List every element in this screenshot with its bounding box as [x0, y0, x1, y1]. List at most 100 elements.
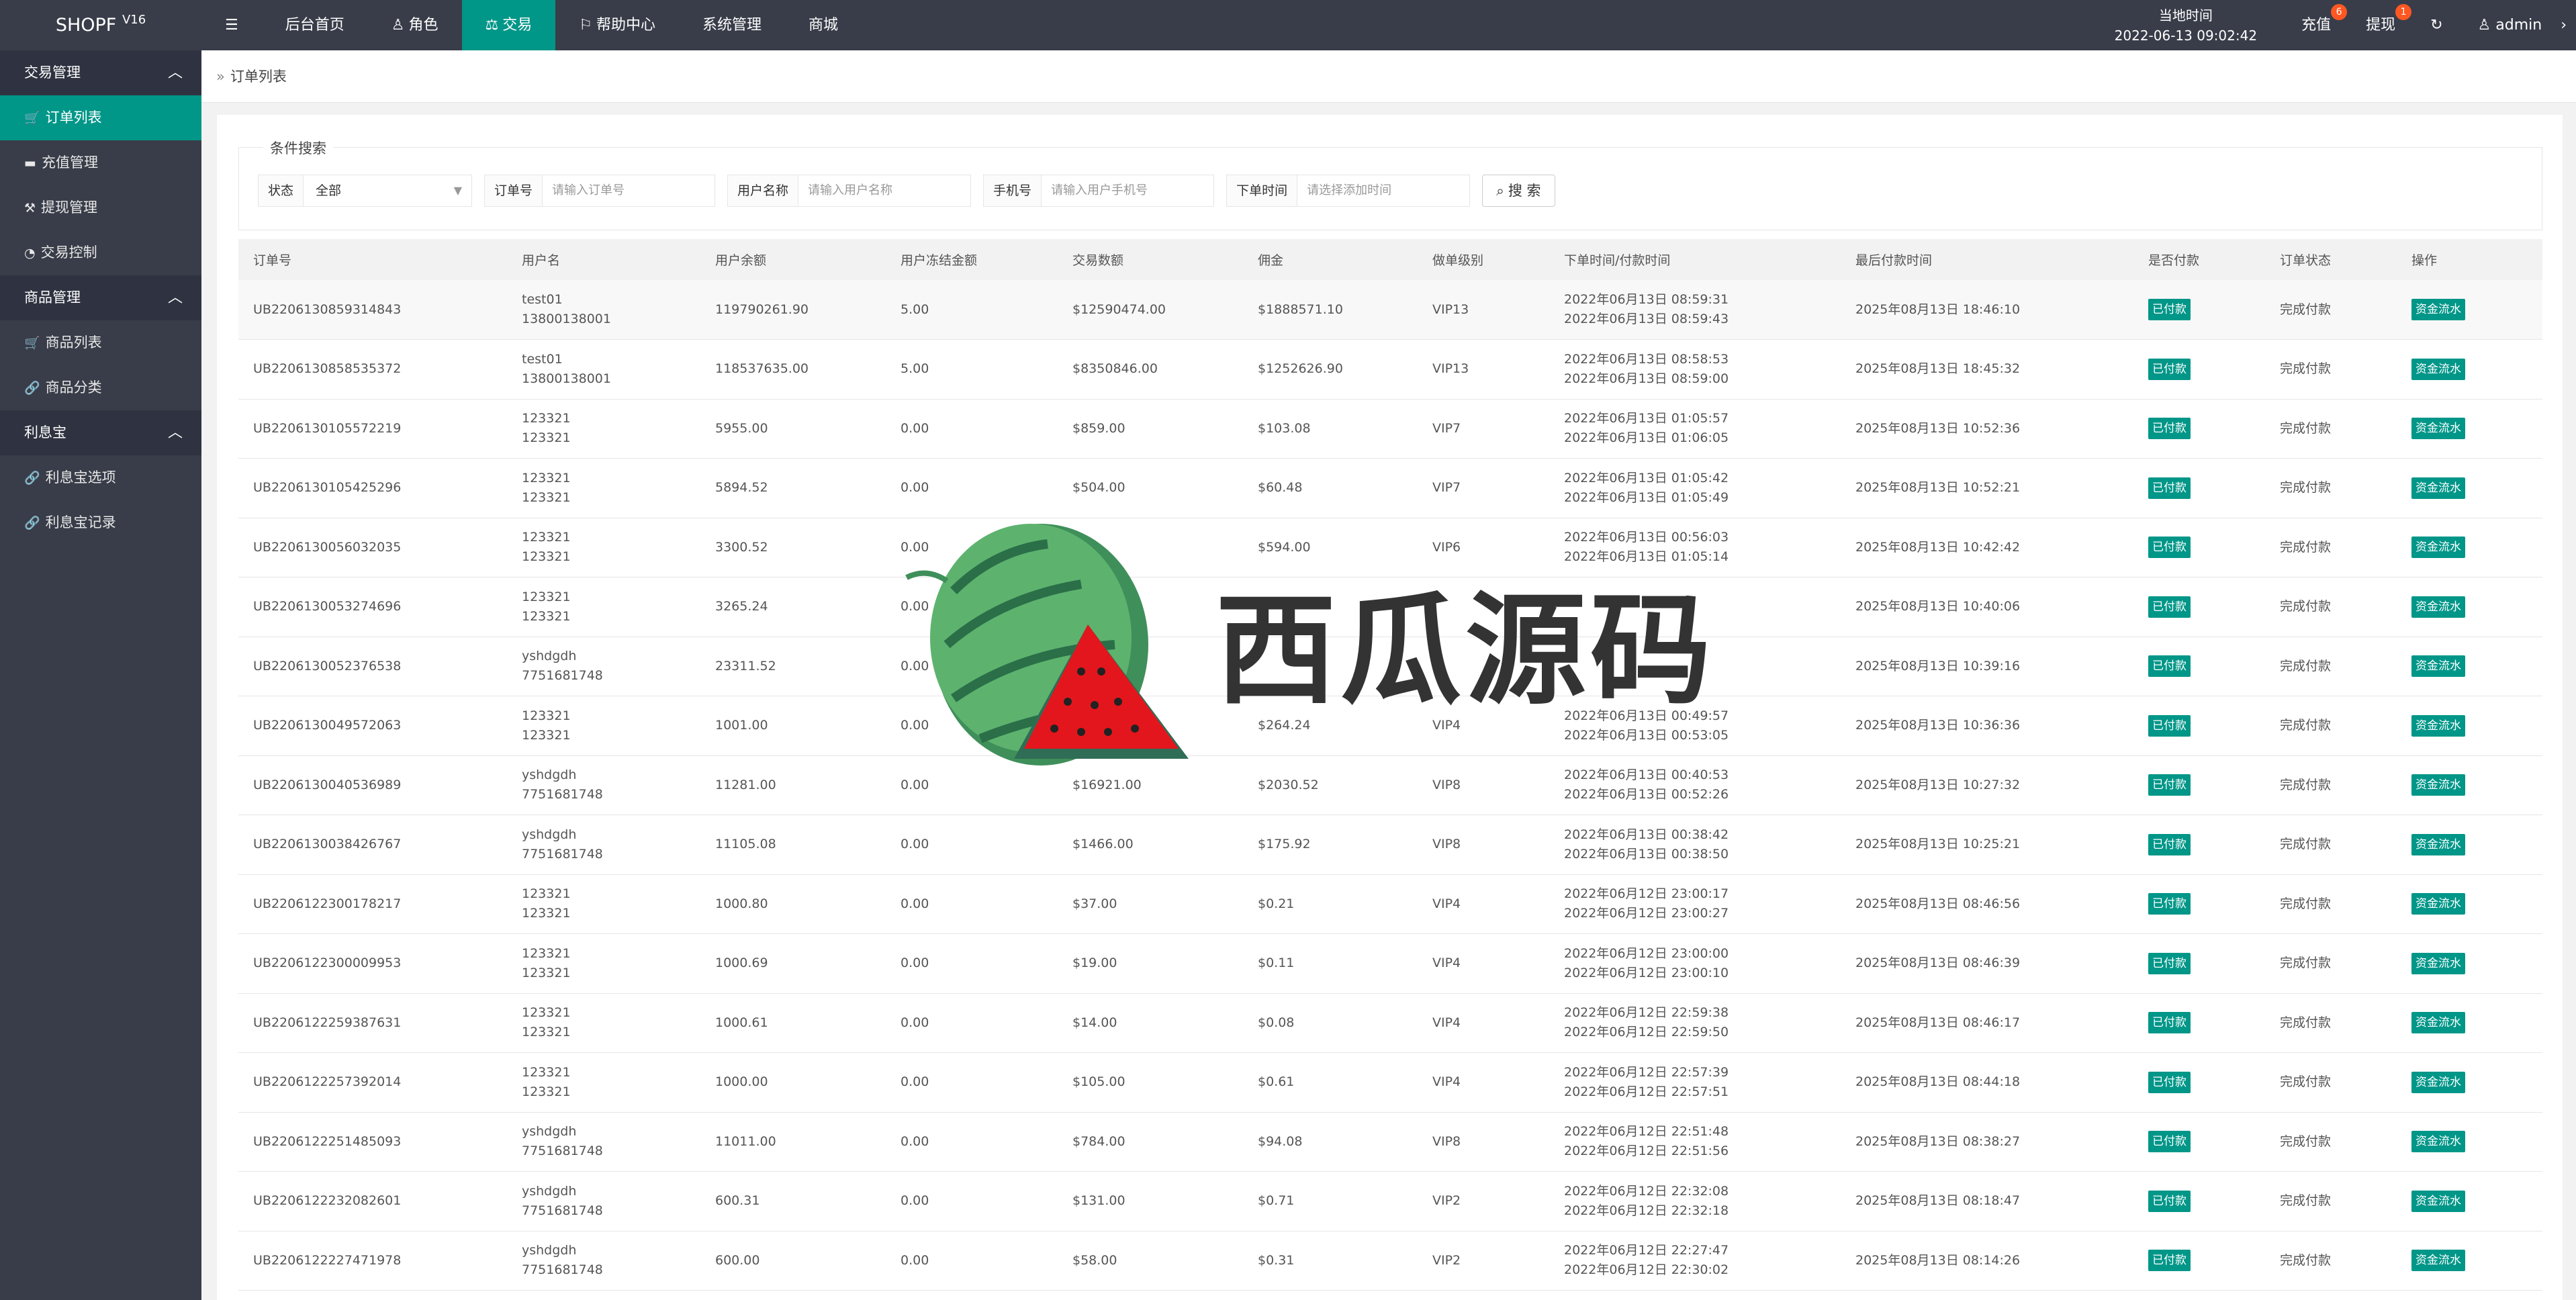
time-input[interactable]: 请选择添加时间 [1297, 175, 1470, 206]
table-cell: 123321 123321 [507, 458, 700, 518]
table-cell: 3265.24 [700, 577, 886, 637]
sidebar-item-label: 利息宝选项 [45, 469, 116, 485]
sidebar-item-trade-control[interactable]: ◔ 交易控制 [0, 230, 201, 275]
fund-flow-button[interactable]: 资金流水 [2411, 714, 2465, 737]
fund-flow-button[interactable]: 资金流水 [2411, 893, 2465, 915]
fund-flow-button[interactable]: 资金流水 [2411, 1071, 2465, 1093]
table-cell: yshdgdh 7751681748 [507, 637, 700, 696]
order-status: 完成付款 [2280, 718, 2332, 733]
phone-input[interactable]: 请输入用户手机号 [1042, 175, 1214, 206]
trade-amount: $504.00 [1072, 480, 1125, 496]
topnav-item-home[interactable]: 后台首页 [262, 0, 368, 50]
status-select[interactable]: 全部 ▼ [304, 175, 472, 206]
order-input[interactable]: 请输入订单号 [543, 175, 715, 206]
table-cell: 5955.00 [700, 399, 886, 459]
sidebar-item-interest-options[interactable]: 🔗 利息宝选项 [0, 455, 201, 500]
topnav-item-role[interactable]: ♙ 角色 [368, 0, 462, 50]
fund-flow-button[interactable]: 资金流水 [2411, 299, 2465, 320]
sidebar-item-order-list[interactable]: 🛒 订单列表 [0, 95, 201, 140]
col-header: 用户冻结金额 [886, 239, 1058, 280]
withdraw-button[interactable]: 提现 1 [2348, 0, 2413, 50]
vip-level: VIP7 [1432, 480, 1461, 496]
fund-flow-button[interactable]: 资金流水 [2411, 655, 2465, 678]
fund-flow-button[interactable]: 资金流水 [2411, 1250, 2465, 1272]
fund-flow-button[interactable]: 资金流水 [2411, 1012, 2465, 1034]
fund-flow-button[interactable]: 资金流水 [2411, 1131, 2465, 1153]
user-menu[interactable]: ♙ admin [2460, 0, 2552, 50]
table-cell: 2025年08月13日 10:40:06 [1841, 577, 2133, 637]
fund-flow-button[interactable]: 资金流水 [2411, 833, 2465, 855]
fund-flow-button[interactable]: 资金流水 [2411, 418, 2465, 440]
table-row: UB2206130858535372 test01 13800138001 11853… [238, 339, 2542, 400]
table-cell: 11281.00 [700, 755, 886, 815]
last-pay-time: 2025年08月13日 10:42:42 [1855, 539, 2021, 555]
fund-flow-button[interactable]: 资金流水 [2411, 358, 2465, 380]
local-clock: 当地时间 2022-06-13 09:02:42 [2088, 5, 2284, 46]
table-cell: VIP8 [1418, 1112, 1549, 1172]
hammer-icon: ⚒ [24, 201, 36, 216]
refresh-button[interactable]: ↻ [2413, 0, 2460, 50]
username-input[interactable]: 请输入用户名称 [798, 175, 971, 206]
order-status: 完成付款 [2280, 480, 2332, 496]
table-cell: VIP13 [1418, 280, 1549, 340]
order-number: UB2206130105572219 [253, 420, 402, 436]
sidebar-item-interest-records[interactable]: 🔗 利息宝记录 [0, 500, 201, 545]
sidebar-item-goods-list[interactable]: 🛒 商品列表 [0, 320, 201, 365]
fund-flow-button[interactable]: 资金流水 [2411, 774, 2465, 796]
menu-toggle-button[interactable]: ☰ [201, 0, 262, 50]
sidebar-item-label: 充值管理 [41, 154, 98, 171]
sidebar-item-recharge[interactable]: ▬ 充值管理 [0, 140, 201, 185]
sidebar-group-interest[interactable]: 利息宝 ︿ [0, 410, 201, 455]
topnav-item-mall[interactable]: 商城 [785, 0, 862, 50]
table-cell: UB2206122300178217 [238, 874, 507, 934]
fund-flow-button[interactable]: 资金流水 [2411, 537, 2465, 559]
table-cell: UB2206130040536989 [238, 755, 507, 815]
table-cell: 资金流水 [2397, 637, 2542, 696]
topnav-item-system[interactable]: 系统管理 [679, 0, 785, 50]
table-cell: $94.08 [1243, 1112, 1418, 1172]
table-cell: 1000.80 [700, 874, 886, 934]
topnav-item-help[interactable]: ⚐ 帮助中心 [555, 0, 679, 50]
recharge-button[interactable]: 充值 6 [2284, 0, 2348, 50]
app-logo[interactable]: SHOPF V16 [0, 0, 201, 50]
table-cell: 2022年06月13日 00:38:42 2022年06月13日 00:38:50 [1549, 815, 1841, 875]
vip-level: VIP4 [1432, 1015, 1461, 1030]
table-cell: $1888571.10 [1243, 280, 1418, 340]
table-cell: 完成付款 [2265, 755, 2397, 815]
user-phone: 13800138001 [522, 312, 611, 326]
order-status: 完成付款 [2280, 599, 2332, 614]
topnav-item-trade[interactable]: ⚖ 交易 [461, 0, 556, 50]
table-cell: UB2206130049572063 [238, 696, 507, 756]
table-cell: 123321 123321 [507, 577, 700, 637]
sidebar-item-goods-category[interactable]: 🔗 商品分类 [0, 365, 201, 410]
paid-badge: 已付款 [2148, 477, 2191, 499]
fund-flow-button[interactable]: 资金流水 [2411, 596, 2465, 618]
user-icon: ♙ [2477, 17, 2496, 34]
table-cell: 1001.00 [700, 696, 886, 756]
search-fieldset: 条件搜索 状态 全部 ▼ 订单号 请输入订单号 用户名称 请输入用户名称 手机号 … [238, 138, 2542, 230]
search-button[interactable]: ⌕ 搜 索 [1482, 175, 1555, 207]
username: yshdgdh [522, 827, 577, 842]
table-cell: $784.00 [1058, 1112, 1243, 1172]
fund-flow-button[interactable]: 资金流水 [2411, 1190, 2465, 1212]
more-button[interactable]: › [2551, 0, 2576, 50]
table-cell: $0.08 [1243, 993, 1418, 1053]
fund-flow-button[interactable]: 资金流水 [2411, 477, 2465, 499]
table-cell: 0.00 [886, 815, 1058, 875]
breadcrumb-label[interactable]: 订单列表 [230, 68, 287, 85]
order-number: UB2206130859314843 [253, 301, 402, 317]
trade-amount: $37.00 [1072, 896, 1117, 911]
trade-amount: $14.00 [1072, 1015, 1117, 1030]
order-number: UB2206130049572063 [253, 718, 402, 733]
sidebar-group-goods[interactable]: 商品管理 ︿ [0, 275, 201, 320]
sidebar-item-withdraw[interactable]: ⚒ 提现管理 [0, 185, 201, 230]
topnav-label: 帮助中心 [596, 17, 655, 34]
sidebar-item-label: 商品分类 [45, 379, 102, 396]
table-cell: 完成付款 [2265, 339, 2397, 400]
fund-flow-button[interactable]: 资金流水 [2411, 952, 2465, 974]
table-cell: 已付款 [2133, 874, 2265, 934]
status-label: 状态 [259, 175, 304, 206]
top-bar: SHOPF V16 ☰ 后台首页 ♙ 角色 ⚖ 交易 ⚐ 帮助中心 系统管理 商城 当… [0, 0, 2576, 50]
table-cell: 资金流水 [2397, 815, 2542, 875]
sidebar-group-trade[interactable]: 交易管理 ︿ [0, 50, 201, 95]
